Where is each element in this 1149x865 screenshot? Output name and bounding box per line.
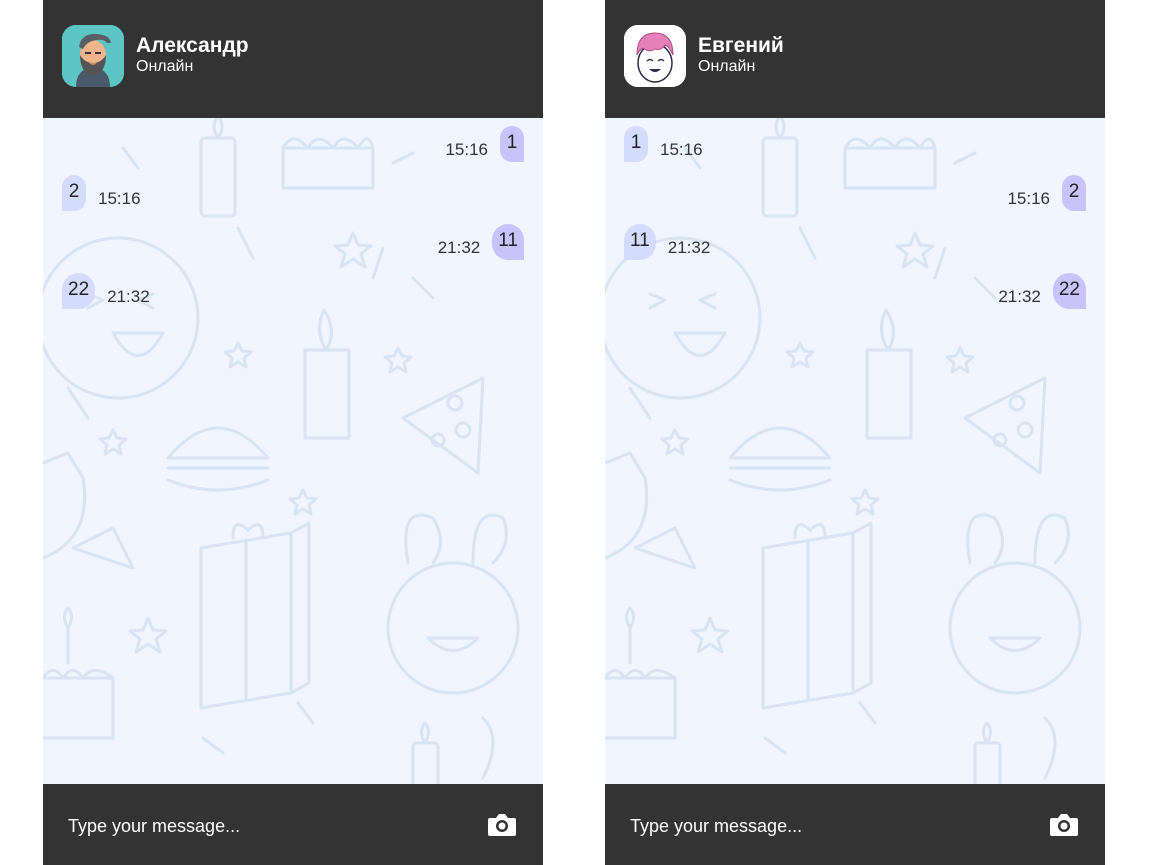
message-bubble: 1 <box>500 126 524 162</box>
message-time: 15:16 <box>98 189 141 208</box>
camera-icon[interactable] <box>1048 809 1080 841</box>
message-incoming[interactable]: 22 21:32 <box>62 273 150 309</box>
message-incoming[interactable]: 2 15:16 <box>62 175 141 211</box>
message-time: 21:32 <box>998 287 1041 306</box>
message-composer <box>43 784 543 865</box>
message-time: 15:16 <box>445 140 488 159</box>
contact-name: Евгений <box>698 34 784 57</box>
chat-header: Александр Онлайн <box>43 0 543 118</box>
message-time: 21:32 <box>437 238 481 257</box>
message-outgoing[interactable]: 1 15:16 <box>445 126 524 162</box>
message-input[interactable] <box>68 813 448 839</box>
message-outgoing[interactable]: 22 21:32 <box>998 273 1086 309</box>
contact-name: Александр <box>136 34 249 57</box>
contact-status: Онлайн <box>136 58 194 75</box>
bearded-man-avatar-icon <box>62 25 124 87</box>
contact-avatar[interactable] <box>62 25 124 87</box>
message-bubble: 2 <box>1062 175 1086 211</box>
message-bubble: 11 <box>624 224 656 260</box>
message-time: 15:16 <box>1007 189 1050 208</box>
camera-icon[interactable] <box>486 809 518 841</box>
message-bubble: 22 <box>62 273 96 309</box>
message-bubble: 1 <box>624 126 648 162</box>
message-outgoing[interactable]: 11 21:32 <box>438 224 524 260</box>
message-bubble: 11 <box>492 224 524 260</box>
message-outgoing[interactable]: 2 15:16 <box>1007 175 1086 211</box>
message-incoming[interactable]: 11 21:32 <box>624 224 710 260</box>
chat-header: Евгений Онлайн <box>605 0 1105 118</box>
chat-panel-left: Александр Онлайн 1 15:16 2 15:16 11 21:3… <box>43 0 543 865</box>
message-composer <box>605 784 1105 865</box>
background-pattern <box>43 118 520 784</box>
smiling-boy-avatar-icon <box>624 25 686 87</box>
message-incoming[interactable]: 1 15:16 <box>624 126 703 162</box>
message-input[interactable] <box>630 813 1010 839</box>
message-time: 21:32 <box>107 287 150 306</box>
message-bubble: 22 <box>1052 273 1086 309</box>
message-bubble: 2 <box>62 175 86 211</box>
message-time: 21:32 <box>667 238 711 257</box>
contact-status: Онлайн <box>698 58 756 75</box>
message-time: 15:16 <box>660 140 703 159</box>
chat-panel-right: Евгений Онлайн 1 15:16 2 15:16 11 21:32 … <box>605 0 1105 865</box>
contact-avatar[interactable] <box>624 25 686 87</box>
message-list[interactable]: 1 15:16 2 15:16 11 21:32 22 21:32 <box>605 118 1105 784</box>
background-pattern <box>605 118 1082 784</box>
message-list[interactable]: 1 15:16 2 15:16 11 21:32 22 21:32 <box>43 118 543 784</box>
